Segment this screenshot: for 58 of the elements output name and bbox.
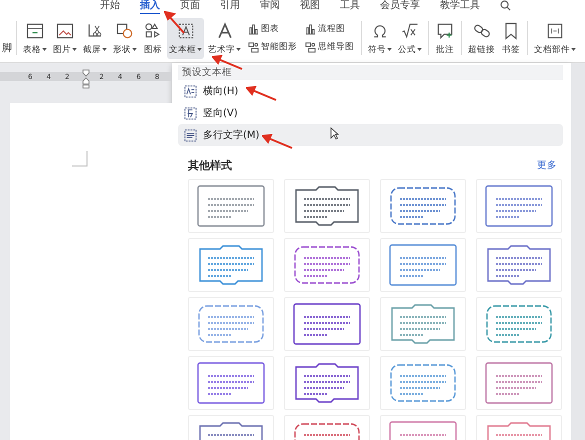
ribbon-button[interactable]: 流程图 bbox=[303, 23, 356, 35]
menu-item[interactable]: 横向(H) bbox=[178, 80, 563, 102]
ribbon-tab[interactable]: 页面 bbox=[180, 0, 200, 13]
horizontal-text-box-icon bbox=[184, 84, 197, 98]
template-card[interactable] bbox=[284, 238, 370, 292]
pointer-arrow bbox=[164, 11, 186, 35]
smart-graphic-icon bbox=[248, 42, 259, 52]
ribbon-tab[interactable]: 工具 bbox=[340, 0, 360, 13]
template-card[interactable] bbox=[188, 179, 274, 233]
ribbon-button[interactable]: 文本框 bbox=[167, 18, 204, 58]
menu-item[interactable]: 竖向(V) bbox=[178, 102, 563, 124]
ribbon-button[interactable]: 脚 bbox=[2, 41, 12, 55]
ribbon-tab[interactable]: 开始 bbox=[100, 0, 120, 13]
ribbon-button[interactable]: 思维导图 bbox=[303, 41, 356, 53]
ribbon-button[interactable]: 形状 bbox=[111, 18, 139, 58]
search-icon[interactable] bbox=[500, 0, 511, 11]
multiline-text-box-icon bbox=[184, 128, 197, 142]
mouse-cursor-icon bbox=[330, 127, 339, 140]
ribbon-button[interactable]: 截屏 bbox=[81, 18, 109, 58]
template-card[interactable] bbox=[380, 356, 466, 410]
template-card[interactable] bbox=[380, 238, 466, 292]
template-card[interactable] bbox=[284, 297, 370, 351]
section-title: 其他样式 bbox=[188, 158, 232, 173]
ribbon-button[interactable]: 超链接 bbox=[466, 18, 497, 58]
template-card[interactable] bbox=[284, 179, 370, 233]
ribbon-button[interactable]: 公式 bbox=[396, 18, 424, 58]
template-card[interactable] bbox=[476, 238, 562, 292]
ribbon-button[interactable]: 智能图形 bbox=[246, 41, 299, 53]
template-card[interactable] bbox=[476, 179, 562, 233]
template-card[interactable] bbox=[476, 297, 562, 351]
template-card[interactable] bbox=[284, 356, 370, 410]
pointer-arrow bbox=[246, 86, 278, 102]
template-card[interactable] bbox=[188, 238, 274, 292]
ribbon-tab[interactable]: 视图 bbox=[300, 0, 320, 13]
vertical-text-box-icon bbox=[184, 106, 197, 120]
menu-item[interactable]: 多行文字(M) bbox=[178, 124, 563, 146]
bar-chart-icon bbox=[248, 24, 259, 34]
ribbon-button[interactable]: 文档部件 bbox=[532, 18, 578, 58]
ribbon-button[interactable]: 书签 bbox=[499, 18, 523, 58]
template-card[interactable] bbox=[380, 297, 466, 351]
template-card[interactable] bbox=[476, 356, 562, 410]
ribbon-button[interactable]: 图表 bbox=[246, 23, 299, 35]
template-card[interactable] bbox=[188, 356, 274, 410]
ribbon-tab[interactable]: 教学工具 bbox=[440, 0, 480, 13]
ribbon-button[interactable]: 批注 bbox=[433, 18, 457, 58]
margin-corner-mark bbox=[72, 151, 88, 167]
more-link[interactable]: 更多 bbox=[537, 159, 557, 172]
section-header: 预设文本框 bbox=[178, 65, 563, 80]
pointer-arrow bbox=[262, 134, 294, 150]
ribbon-button[interactable]: 图片 bbox=[51, 18, 79, 58]
ribbon-tab[interactable]: 引用 bbox=[220, 0, 240, 13]
ribbon-button[interactable]: 艺术字 bbox=[206, 18, 243, 58]
template-card[interactable] bbox=[380, 179, 466, 233]
indent-marker-icon[interactable] bbox=[82, 69, 90, 89]
ribbon-button[interactable]: 图标 bbox=[141, 18, 165, 58]
mind-map-icon bbox=[305, 42, 316, 52]
ribbon-button[interactable]: 符号 bbox=[366, 18, 394, 58]
ribbon-button[interactable]: 表格 bbox=[21, 18, 49, 58]
